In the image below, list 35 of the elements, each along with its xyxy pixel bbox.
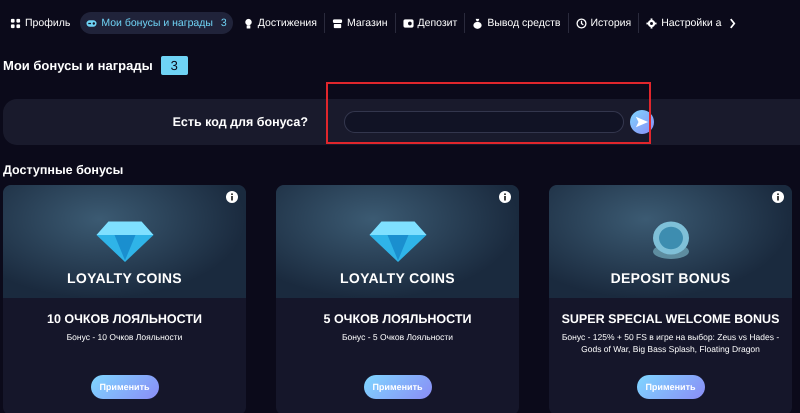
clock-icon (576, 18, 586, 28)
grid-icon (10, 18, 21, 28)
nav-tab[interactable]: Вывод средств (466, 12, 566, 34)
nav-tab[interactable]: Магазин (326, 12, 394, 34)
wallet-icon (402, 18, 414, 28)
nav-tab[interactable]: Настройки а (640, 12, 728, 34)
promo-code-label: Есть код для бонуса? (172, 115, 308, 129)
info-icon[interactable] (772, 191, 784, 203)
bonus-description: Бонус - 5 Очков Лояльности (342, 331, 454, 344)
banner-label: LOYALTY COINS (340, 270, 455, 286)
banner-label: DEPOSIT BONUS (610, 270, 730, 286)
nav-tab[interactable]: Депозит (396, 12, 464, 34)
info-icon[interactable] (499, 191, 511, 203)
send-icon (635, 115, 649, 129)
gear-icon (646, 18, 658, 28)
bonus-description: Бонус - 10 Очков Лояльности (66, 331, 182, 344)
nav-tab[interactable]: Мои бонусы и награды 3 (80, 12, 233, 34)
send-button[interactable] (630, 110, 654, 134)
promo-code-field[interactable] (344, 111, 624, 133)
bonus-title: SUPER SPECIAL WELCOME BONUS (562, 312, 780, 326)
bonus-title: 10 ОЧКОВ ЛОЯЛЬНОСТИ (47, 312, 202, 326)
money-bag-icon (472, 18, 484, 28)
nav-tab[interactable]: Достижения (236, 12, 323, 34)
count-badge: 3 (160, 56, 188, 75)
page-title: Мои бонусы и награды (3, 58, 153, 73)
section-title: Доступные бонусы (2, 162, 124, 177)
info-icon[interactable] (226, 191, 238, 203)
banner-label: LOYALTY COINS (67, 270, 182, 286)
gamepad-icon (86, 18, 98, 28)
bonus-title: 5 ОЧКОВ ЛОЯЛЬНОСТИ (324, 312, 472, 326)
bonus-description: Бонус - 125% + 50 FS в игре на выбор: Zeus vs Hades - Gods of War, Big Bass Splash, Floating Dragon (560, 331, 780, 355)
nav-tab[interactable]: Профиль (4, 12, 76, 34)
nav-tab[interactable]: История (570, 12, 638, 34)
chevron-right-icon[interactable] (729, 18, 736, 28)
medal-icon (242, 18, 254, 28)
